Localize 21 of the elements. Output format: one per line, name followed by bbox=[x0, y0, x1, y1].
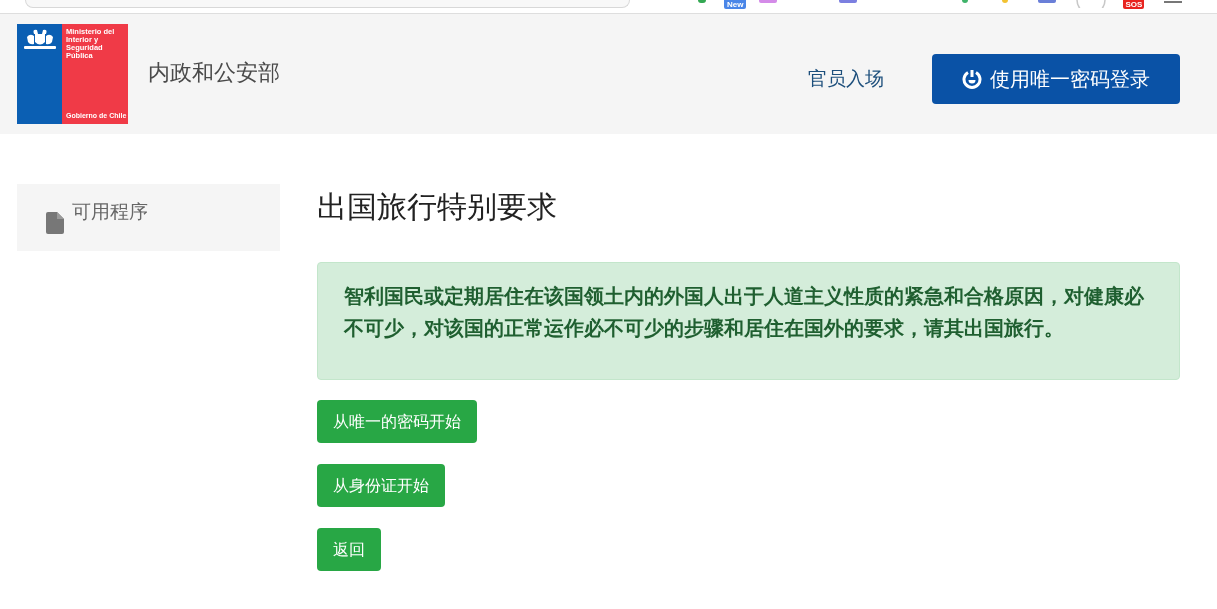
coat-of-arms-icon bbox=[21, 29, 58, 51]
notice-text: 智利国民或定期居住在该国领土内的外国人出于人道主义性质的紧急和合格原因，对健康必不可少，对该国的正常运作必不可少的步骤和居住在国外的要求，请其出国旅行。 bbox=[344, 284, 1145, 341]
extension-icon[interactable] bbox=[698, 0, 706, 3]
address-bar-field[interactable] bbox=[25, 0, 630, 8]
extension-icon[interactable] bbox=[1038, 0, 1057, 3]
action-button[interactable]: 从唯一的密码开始 bbox=[317, 400, 477, 443]
sidebar-item[interactable]: 可用程序 bbox=[46, 184, 280, 234]
power-icon bbox=[962, 69, 982, 89]
extension-icon[interactable] bbox=[759, 0, 778, 3]
site-title: 内政和公安部 bbox=[148, 58, 280, 87]
action-button[interactable]: 返回 bbox=[317, 528, 381, 571]
sos-badge[interactable]: SOS bbox=[1123, 0, 1145, 9]
extension-icon[interactable] bbox=[839, 0, 858, 3]
extension-icon[interactable] bbox=[962, 0, 969, 3]
login-button[interactable]: 使用唯一密码登录 bbox=[932, 54, 1180, 104]
officials-login-link[interactable]: 官员入场 bbox=[808, 64, 884, 94]
extension-icon[interactable] bbox=[1002, 0, 1009, 3]
new-badge: New bbox=[724, 0, 747, 9]
page-heading: 出国旅行特别要求 bbox=[317, 189, 557, 225]
action-button[interactable]: 从身份证开始 bbox=[317, 464, 445, 507]
document-icon bbox=[46, 212, 64, 234]
